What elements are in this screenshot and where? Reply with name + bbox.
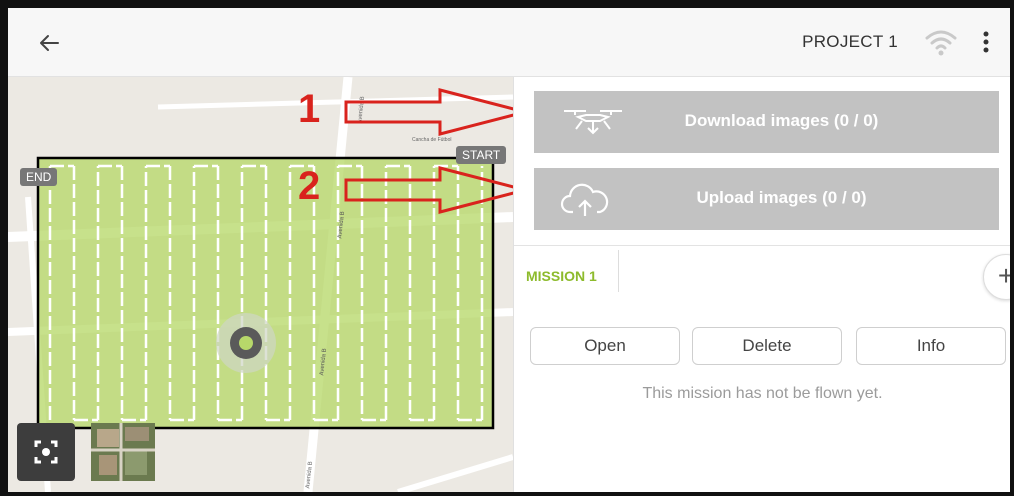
- open-mission-button[interactable]: Open: [530, 327, 680, 365]
- project-title: PROJECT 1: [802, 32, 898, 51]
- mission-tabs: MISSION 1 +: [514, 245, 1010, 302]
- mission-status-note: This mission has not be flown yet.: [642, 385, 883, 402]
- right-panel: Download images (0 / 0) Upload images (0…: [513, 77, 1010, 492]
- annotation-number-1: 1: [298, 87, 321, 131]
- download-images-button[interactable]: Download images (0 / 0): [534, 91, 999, 153]
- upload-images-label: Upload images (0 / 0): [696, 188, 867, 207]
- satellite-thumbnail-icon: [91, 423, 155, 481]
- end-label: END: [20, 168, 58, 186]
- start-label: START: [456, 146, 507, 164]
- satellite-layer-button[interactable]: [91, 423, 155, 481]
- annotation-number-2: 2: [298, 164, 321, 208]
- add-mission-button[interactable]: +: [983, 254, 1010, 300]
- download-images-label: Download images (0 / 0): [684, 111, 879, 130]
- more-options-button[interactable]: [972, 26, 1000, 58]
- plus-icon: +: [997, 260, 1010, 291]
- place-label: Cancha de Fútbol: [412, 137, 452, 143]
- recenter-button[interactable]: [17, 423, 75, 481]
- upload-images-button[interactable]: Upload images (0 / 0): [534, 168, 999, 230]
- arrow-left-icon: [40, 35, 59, 51]
- tab-mission-1[interactable]: MISSION 1: [526, 268, 597, 284]
- delete-mission-button[interactable]: Delete: [692, 327, 842, 365]
- app-window: PROJECT 1 END START Avenida B Avenida B …: [8, 8, 1010, 492]
- back-button[interactable]: [34, 28, 64, 58]
- recenter-icon: [34, 440, 58, 464]
- more-vert-icon: [983, 31, 989, 53]
- tab-divider: [618, 250, 619, 292]
- wifi-icon: [924, 26, 958, 58]
- map-view[interactable]: END START Avenida B Avenida B Avenida B …: [8, 77, 513, 492]
- top-app-bar: PROJECT 1: [8, 8, 1010, 77]
- mission-info-button[interactable]: Info: [856, 327, 1006, 365]
- drone-location-marker: [216, 313, 276, 373]
